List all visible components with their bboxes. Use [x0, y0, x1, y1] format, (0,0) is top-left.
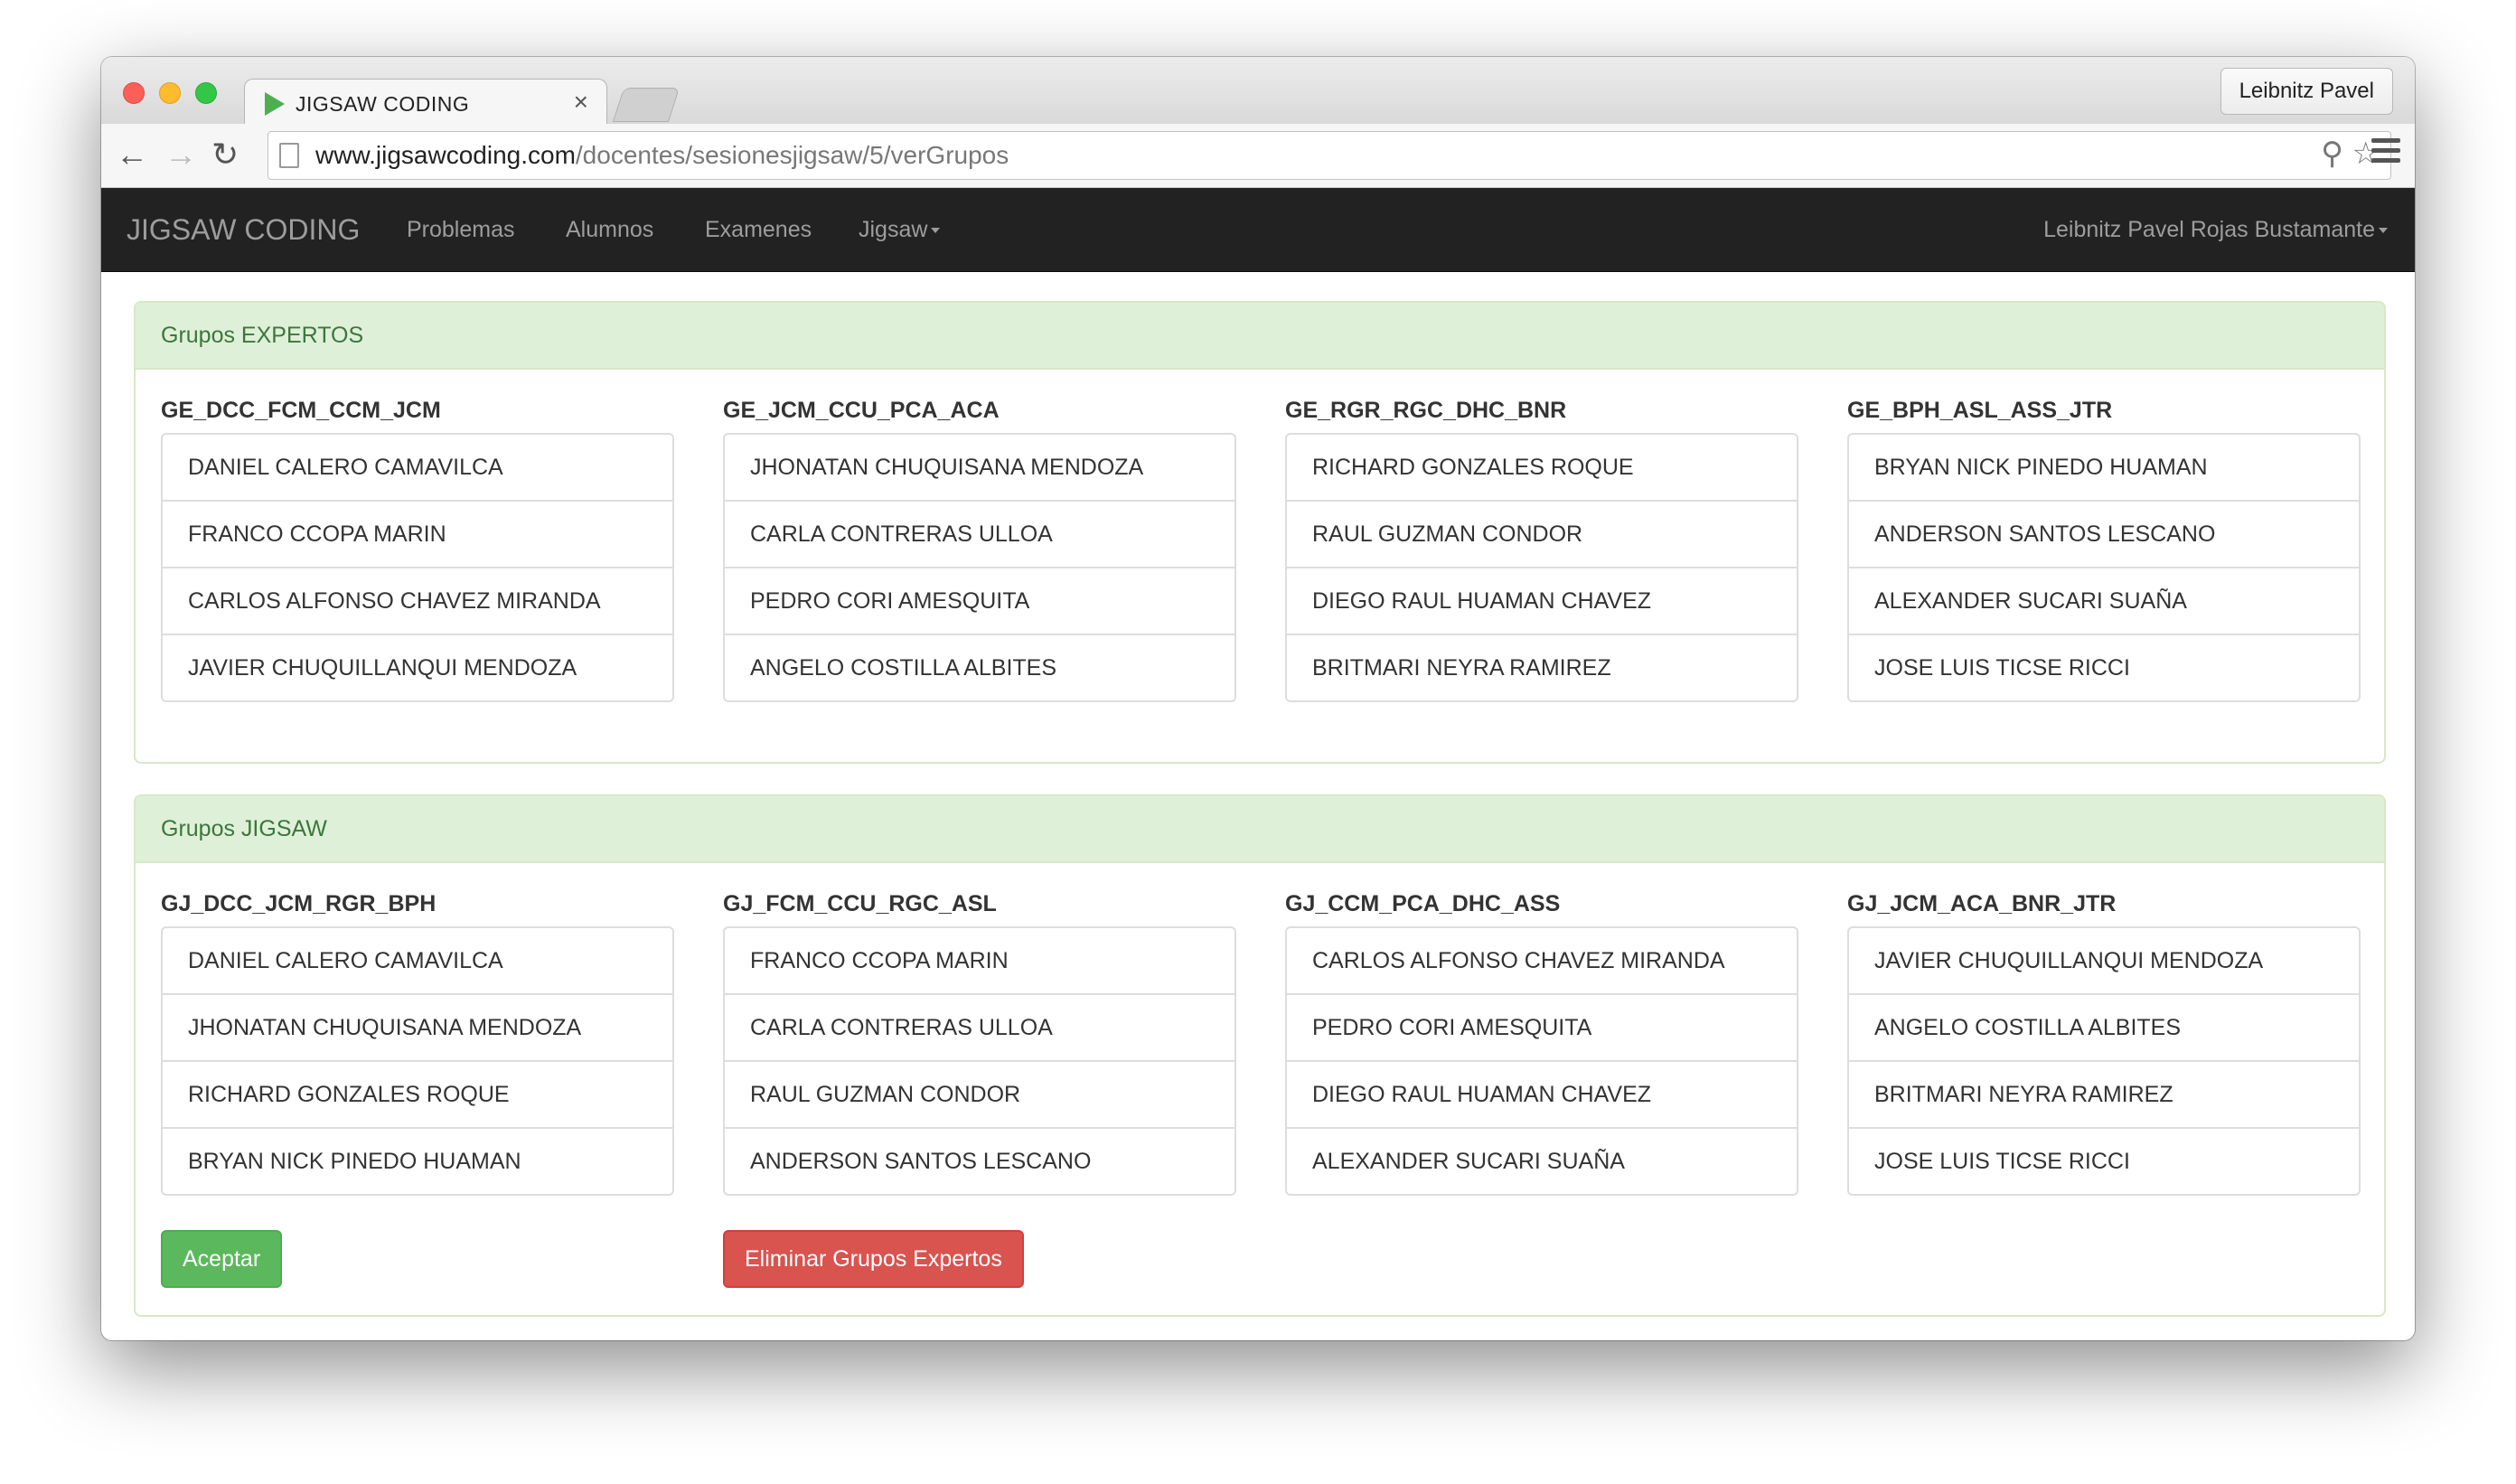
close-window-button[interactable] [123, 82, 145, 104]
nav-alumnos[interactable]: Alumnos [566, 217, 653, 243]
member-list: CARLOS ALFONSO CHAVEZ MIRANDA PEDRO CORI… [1285, 926, 1798, 1196]
member-list: DANIEL CALERO CAMAVILCA FRANCO CCOPA MAR… [161, 433, 674, 702]
url-path: /docentes/sesionesjigsaw/5/verGrupos [575, 141, 1009, 169]
list-item: DIEGO RAUL HUAMAN CHAVEZ [1287, 568, 1797, 635]
group-title: GE_DCC_FCM_CCM_JCM [161, 398, 441, 423]
profile-button[interactable]: Leibnitz Pavel [2220, 68, 2393, 115]
list-item: JAVIER CHUQUILLANQUI MENDOZA [1849, 928, 2359, 995]
group-title: GE_JCM_CCU_PCA_ACA [723, 398, 1000, 423]
expertos-panel-title: Grupos EXPERTOS [161, 323, 364, 348]
minimize-window-button[interactable] [159, 82, 181, 104]
list-item: ANGELO COSTILLA ALBITES [1849, 995, 2359, 1062]
member-list: JAVIER CHUQUILLANQUI MENDOZA ANGELO COST… [1847, 926, 2361, 1196]
tab-title: JIGSAW CODING [296, 92, 470, 116]
group-title: GE_RGR_RGC_DHC_BNR [1285, 398, 1567, 423]
list-item: RAUL GUZMAN CONDOR [725, 1062, 1235, 1129]
browser-tab[interactable]: JIGSAW CODING × [244, 79, 607, 128]
forward-arrow-icon[interactable]: → [164, 136, 197, 173]
nav-jigsaw-dropdown[interactable]: Jigsaw [859, 217, 941, 243]
reload-icon[interactable]: ↻ [211, 136, 239, 173]
list-item: RAUL GUZMAN CONDOR [1287, 502, 1797, 568]
group-title: GE_BPH_ASL_ASS_JTR [1847, 398, 2113, 423]
group-title: GJ_FCM_CCU_RGC_ASL [723, 891, 997, 916]
accept-button[interactable]: Aceptar [161, 1230, 283, 1288]
list-item: ALEXANDER SUCARI SUAÑA [1849, 568, 2359, 635]
list-item: JOSE LUIS TICSE RICCI [1874, 1149, 2130, 1174]
jigsaw-group: GJ_JCM_ACA_BNR_JTR JAVIER CHUQUILLANQUI … [1847, 890, 2361, 1196]
title-bar: JIGSAW CODING × Leibnitz Pavel [101, 57, 2415, 128]
list-item: RICHARD GONZALES ROQUE [163, 1062, 672, 1129]
member-list: DANIEL CALERO CAMAVILCA JHONATAN CHUQUIS… [161, 926, 674, 1196]
list-item: ANDERSON SANTOS LESCANO [750, 1149, 1092, 1174]
expert-group: GE_BPH_ASL_ASS_JTR BRYAN NICK PINEDO HUA… [1847, 397, 2361, 702]
list-item: DANIEL CALERO CAMAVILCA [163, 928, 672, 995]
caret-down-icon [931, 228, 941, 234]
hamburger-menu-icon[interactable] [2371, 138, 2400, 168]
play-icon [265, 92, 285, 116]
zoom-search-icon[interactable]: ⚲ [2321, 136, 2343, 171]
list-item: JAVIER CHUQUILLANQUI MENDOZA [188, 655, 577, 681]
delete-expert-groups-button[interactable]: Eliminar Grupos Expertos [723, 1230, 1024, 1288]
close-tab-icon[interactable]: × [574, 88, 588, 116]
list-item: DANIEL CALERO CAMAVILCA [163, 435, 672, 502]
nav-jigsaw-label: Jigsaw [859, 217, 928, 242]
list-item: CARLA CONTRERAS ULLOA [725, 502, 1235, 568]
member-list: FRANCO CCOPA MARIN CARLA CONTRERAS ULLOA… [723, 926, 1236, 1196]
list-item: ALEXANDER SUCARI SUAÑA [1312, 1149, 1625, 1174]
list-item: BRITMARI NEYRA RAMIREZ [1312, 655, 1611, 681]
brand-link[interactable]: JIGSAW CODING [127, 213, 360, 247]
caret-down-icon [2379, 228, 2388, 234]
expert-group: GE_JCM_CCU_PCA_ACA JHONATAN CHUQUISANA M… [723, 397, 1236, 702]
group-title: GJ_DCC_JCM_RGR_BPH [161, 891, 437, 916]
user-name: Leibnitz Pavel Rojas Bustamante [2043, 217, 2375, 242]
jigsaw-group: GJ_CCM_PCA_DHC_ASS CARLOS ALFONSO CHAVEZ… [1285, 890, 1798, 1196]
member-list: JHONATAN CHUQUISANA MENDOZA CARLA CONTRE… [723, 433, 1236, 702]
list-item: FRANCO CCOPA MARIN [163, 502, 672, 568]
list-item: CARLOS ALFONSO CHAVEZ MIRANDA [163, 568, 672, 635]
list-item: ANGELO COSTILLA ALBITES [750, 655, 1057, 681]
list-item: BRYAN NICK PINEDO HUAMAN [1849, 435, 2359, 502]
page-icon [279, 143, 299, 168]
jigsaw-panel: Grupos JIGSAW GJ_DCC_JCM_RGR_BPH DANIEL … [134, 794, 2386, 1317]
jigsaw-group: GJ_FCM_CCU_RGC_ASL FRANCO CCOPA MARIN CA… [723, 890, 1236, 1196]
list-item: CARLOS ALFONSO CHAVEZ MIRANDA [1287, 928, 1797, 995]
list-item: JHONATAN CHUQUISANA MENDOZA [163, 995, 672, 1062]
browser-toolbar: ← → ↻ www.jigsawcoding.com/docentes/sesi… [101, 124, 2415, 188]
expert-group: GE_RGR_RGC_DHC_BNR RICHARD GONZALES ROQU… [1285, 397, 1798, 702]
browser-window: JIGSAW CODING × Leibnitz Pavel ← → ↻ www… [101, 57, 2415, 1340]
jigsaw-group: GJ_DCC_JCM_RGR_BPH DANIEL CALERO CAMAVIL… [161, 890, 674, 1196]
nav-problemas[interactable]: Problemas [407, 217, 515, 243]
list-item: FRANCO CCOPA MARIN [725, 928, 1235, 995]
list-item: BRYAN NICK PINEDO HUAMAN [188, 1149, 521, 1174]
list-item: PEDRO CORI AMESQUITA [1287, 995, 1797, 1062]
list-item: JOSE LUIS TICSE RICCI [1874, 655, 2130, 681]
user-menu-dropdown[interactable]: Leibnitz Pavel Rojas Bustamante [2043, 217, 2388, 243]
list-item: ANDERSON SANTOS LESCANO [1849, 502, 2359, 568]
back-arrow-icon[interactable]: ← [116, 136, 148, 173]
list-item: CARLA CONTRERAS ULLOA [725, 995, 1235, 1062]
group-title: GJ_CCM_PCA_DHC_ASS [1285, 891, 1561, 916]
expertos-panel: Grupos EXPERTOS GE_DCC_FCM_CCM_JCM DANIE… [134, 301, 2386, 764]
nav-examenes[interactable]: Examenes [705, 217, 812, 243]
url-text: www.jigsawcoding.com/docentes/sesionesji… [315, 141, 1009, 170]
list-item: JHONATAN CHUQUISANA MENDOZA [725, 435, 1235, 502]
expertos-panel-heading: Grupos EXPERTOS [136, 303, 2384, 370]
site-navbar: JIGSAW CODING Problemas Alumnos Examenes… [101, 188, 2415, 272]
url-host: www.jigsawcoding.com [315, 141, 576, 169]
list-item: DIEGO RAUL HUAMAN CHAVEZ [1287, 1062, 1797, 1129]
jigsaw-panel-title: Grupos JIGSAW [161, 816, 327, 841]
member-list: BRYAN NICK PINEDO HUAMAN ANDERSON SANTOS… [1847, 433, 2361, 702]
new-tab-button[interactable] [612, 88, 681, 122]
member-list: RICHARD GONZALES ROQUE RAUL GUZMAN CONDO… [1285, 433, 1798, 702]
list-item: PEDRO CORI AMESQUITA [725, 568, 1235, 635]
zoom-window-button[interactable] [195, 82, 217, 104]
jigsaw-panel-heading: Grupos JIGSAW [136, 796, 2384, 863]
address-bar[interactable]: www.jigsawcoding.com/docentes/sesionesji… [268, 131, 2391, 180]
list-item: BRITMARI NEYRA RAMIREZ [1849, 1062, 2359, 1129]
list-item: RICHARD GONZALES ROQUE [1287, 435, 1797, 502]
group-title: GJ_JCM_ACA_BNR_JTR [1847, 891, 2117, 916]
expert-group: GE_DCC_FCM_CCM_JCM DANIEL CALERO CAMAVIL… [161, 397, 674, 702]
